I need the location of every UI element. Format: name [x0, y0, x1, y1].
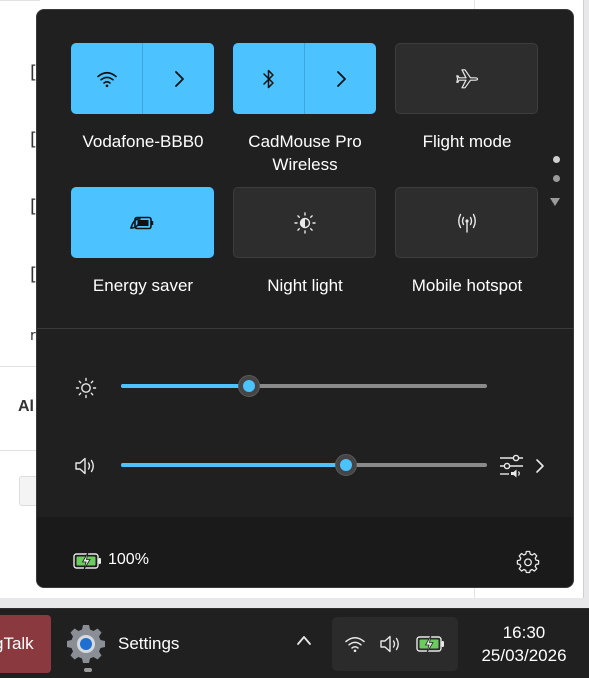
chevron-right-icon	[174, 70, 184, 87]
wifi-icon	[345, 637, 366, 653]
partial-text: Al	[18, 398, 34, 415]
divider	[37, 328, 573, 329]
volume-slider-fill	[121, 463, 346, 467]
clock-time: 16:30	[502, 623, 546, 642]
night-light-icon	[293, 211, 316, 234]
show-hidden-icons-button[interactable]	[296, 633, 312, 651]
flight-mode-label: Flight mode	[422, 132, 512, 151]
night-light-tile[interactable]	[233, 187, 376, 258]
volume-mixer-button[interactable]	[499, 453, 547, 479]
wifi-toggle[interactable]	[71, 43, 142, 114]
battery-charging-icon	[415, 635, 444, 653]
wifi-label: Vodafone-BBB0	[82, 132, 204, 151]
wifi-tile	[71, 43, 214, 114]
bluetooth-expand-button[interactable]	[305, 43, 376, 114]
bluetooth-icon	[262, 69, 274, 88]
bluetooth-label: CadMouse Pro Wireless	[248, 132, 362, 174]
volume-slider[interactable]	[121, 454, 487, 476]
volume-mixer-icon	[500, 454, 523, 478]
clock-button[interactable]: 16:30 25/03/2026	[466, 621, 582, 667]
bluetooth-tile	[233, 43, 376, 114]
clock-date: 25/03/2026	[481, 646, 567, 665]
brightness-slider-thumb[interactable]	[238, 375, 260, 397]
battery-button[interactable]	[73, 552, 103, 575]
brightness-slider-fill	[121, 384, 249, 388]
chevron-up-icon	[297, 636, 311, 645]
wifi-icon	[96, 71, 117, 87]
flight-mode-tile[interactable]	[395, 43, 538, 114]
flyout-footer: 100%	[37, 517, 573, 587]
page-down-arrow-icon[interactable]	[549, 197, 561, 207]
bluetooth-toggle[interactable]	[233, 43, 304, 114]
volume-slider-thumb[interactable]	[335, 454, 357, 476]
divider	[0, 450, 40, 451]
running-indicator	[84, 668, 92, 672]
gear-icon	[516, 550, 540, 574]
energy-saver-tile[interactable]	[71, 187, 214, 258]
divider	[0, 0, 40, 1]
mobile-hotspot-label: Mobile hotspot	[411, 276, 523, 295]
settings-button[interactable]	[516, 550, 540, 579]
divider	[0, 366, 40, 367]
pinned-app-label: gTalk	[0, 634, 34, 653]
list-mark: r	[30, 328, 36, 344]
taskbar-settings-label: Settings	[118, 634, 180, 653]
battery-percentage: 100%	[108, 551, 149, 568]
speaker-icon	[380, 635, 399, 653]
wifi-expand-button[interactable]	[143, 43, 214, 114]
page-dot[interactable]	[553, 156, 560, 163]
night-light-label: Night light	[267, 276, 343, 295]
airplane-icon	[455, 68, 478, 88]
taskbar-settings-button[interactable]: Settings	[66, 615, 196, 673]
energy-saver-icon	[129, 216, 153, 229]
mobile-hotspot-tile[interactable]	[395, 187, 538, 258]
chevron-right-icon	[536, 459, 544, 473]
settings-gear-icon	[67, 625, 105, 663]
pinned-app-button[interactable]: gTalk	[0, 615, 51, 673]
hotspot-icon	[457, 213, 476, 233]
speaker-icon[interactable]	[74, 455, 98, 477]
taskbar: gTalk Settings	[0, 608, 589, 678]
chevron-right-icon	[336, 70, 346, 87]
brightness-slider[interactable]	[121, 375, 487, 397]
page-dot[interactable]	[553, 175, 560, 182]
brightness-icon	[75, 377, 97, 399]
quick-settings-flyout: Vodafone-BBB0 CadMouse Pro Wireless Flig…	[36, 9, 574, 588]
battery-charging-icon	[73, 552, 101, 570]
energy-saver-label: Energy saver	[92, 276, 194, 295]
system-tray-button[interactable]	[332, 617, 458, 671]
